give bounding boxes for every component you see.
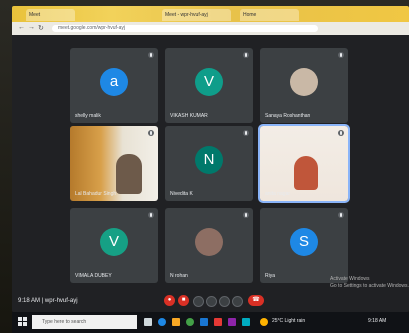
activate-line-1: Activate Windows <box>330 276 370 282</box>
mic-muted-icon <box>338 212 344 218</box>
participant-name: Riya <box>265 273 276 279</box>
edge-icon[interactable] <box>158 318 166 326</box>
activate-windows-watermark: Activate Windows Go to Settings to activ… <box>330 276 409 290</box>
mic-muted-icon <box>148 212 154 218</box>
browser-tab[interactable]: Meet - wpr-hvuf-ayj <box>162 9 231 21</box>
activate-line-2: Go to Settings to activate Windows. <box>330 283 409 289</box>
screen: Meet Meet - wpr-hvuf-ayj Home ← → ↻ meet… <box>12 6 409 312</box>
participant-tile[interactable]: Sanaya Roshanthan <box>260 48 348 123</box>
avatar: a <box>100 67 128 96</box>
hangup-icon: ☎ <box>252 297 260 303</box>
raise-hand-button[interactable] <box>206 296 217 307</box>
participant-tile[interactable]: V VIKASH KUMAR <box>165 48 253 123</box>
participant-name: Sanaya Roshanthan <box>265 113 311 119</box>
participant-name: VIMALA DUBEY <box>75 273 112 279</box>
task-view-icon[interactable] <box>144 318 152 326</box>
camera-off-button[interactable]: ■ <box>178 295 189 306</box>
mic-off-button[interactable]: ● <box>164 295 175 306</box>
weather-icon[interactable] <box>260 318 268 326</box>
avatar: V <box>195 67 223 96</box>
person-figure <box>116 154 142 194</box>
taskbar-clock: 9:18 AM <box>368 318 387 324</box>
participant-name: N rohan <box>170 273 188 279</box>
participant-tile[interactable]: N rohan <box>165 208 253 283</box>
mic-muted-icon <box>148 52 154 58</box>
windows-taskbar: Type here to search 25°C Light rain 9:18… <box>12 312 409 333</box>
leave-call-button[interactable]: ☎ <box>248 295 264 306</box>
address-bar: ← → ↻ meet.google.com/wpr-hvuf-ayj <box>12 22 409 35</box>
meeting-controls: 9:18 AM | wpr-hvuf-ayj ● ■ ☎ <box>12 293 409 312</box>
participant-tile[interactable]: N Nivedita K <box>165 126 253 201</box>
captions-button[interactable] <box>193 296 204 307</box>
participant-tile[interactable]: a shelly malik <box>70 48 158 123</box>
mic-muted-icon <box>338 130 344 136</box>
avatar: V <box>100 227 128 256</box>
windows-start-icon[interactable] <box>18 317 27 326</box>
app-icon[interactable] <box>228 318 236 326</box>
file-explorer-icon[interactable] <box>172 318 180 326</box>
mic-muted-icon <box>243 52 249 58</box>
participant-name: Nivedita K <box>170 191 193 197</box>
profile-photo <box>195 227 223 256</box>
person-figure <box>294 156 318 190</box>
taskbar-search-input[interactable]: Type here to search <box>32 315 137 329</box>
mic-muted-icon <box>148 130 154 136</box>
reload-icon[interactable]: ↻ <box>38 24 44 32</box>
participant-tile[interactable]: V VIMALA DUBEY <box>70 208 158 283</box>
url-input[interactable]: meet.google.com/wpr-hvuf-ayj <box>52 25 318 32</box>
participant-name: shelly malik <box>75 113 101 119</box>
mic-muted-icon <box>243 212 249 218</box>
participant-tile[interactable]: Lal Bahadur Singh <box>70 126 158 201</box>
participant-tile[interactable]: S Riya <box>260 208 348 283</box>
store-icon[interactable] <box>200 318 208 326</box>
mic-muted-icon <box>338 52 344 58</box>
meeting-time: 9:18 AM | wpr-hvuf-ayj <box>18 298 78 304</box>
forward-icon[interactable]: → <box>28 24 35 31</box>
avatar: S <box>290 227 318 256</box>
browser-tab[interactable]: Home <box>240 9 299 21</box>
participant-video <box>260 126 348 201</box>
mic-off-icon: ● <box>167 297 172 303</box>
more-options-button[interactable] <box>232 296 243 307</box>
back-icon[interactable]: ← <box>18 24 25 31</box>
camera-off-icon: ■ <box>181 297 186 303</box>
profile-photo <box>290 67 318 96</box>
participant-name: VIKASH KUMAR <box>170 113 208 119</box>
present-button[interactable] <box>219 296 230 307</box>
avatar: N <box>195 145 223 174</box>
browser-tab[interactable]: Meet <box>26 9 75 21</box>
participant-name: anita nagar <box>265 191 291 197</box>
participant-tile[interactable]: anita nagar <box>258 124 350 203</box>
weather-text: 25°C Light rain <box>272 318 306 324</box>
participant-name: Lal Bahadur Singh <box>75 191 117 197</box>
mic-muted-icon <box>243 130 249 136</box>
mail-icon[interactable] <box>214 318 222 326</box>
chrome-icon[interactable] <box>186 318 194 326</box>
browser-tab-bar: Meet Meet - wpr-hvuf-ayj Home <box>12 6 409 22</box>
app-icon[interactable] <box>242 318 250 326</box>
participant-video <box>70 126 158 201</box>
